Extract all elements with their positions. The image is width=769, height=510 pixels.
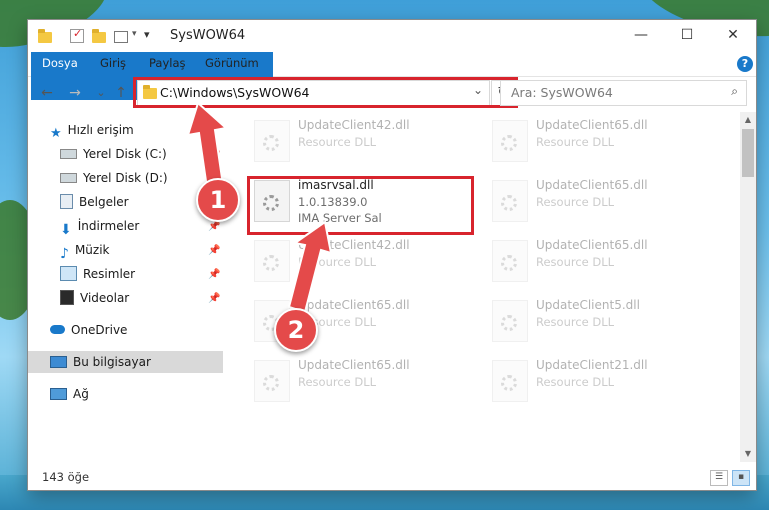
arrow-1 <box>186 101 229 190</box>
annotation-arrows <box>186 101 333 314</box>
arrow-2 <box>287 220 333 314</box>
step-badge-2: 2 <box>274 308 318 352</box>
step-badge-1: 1 <box>196 178 240 222</box>
